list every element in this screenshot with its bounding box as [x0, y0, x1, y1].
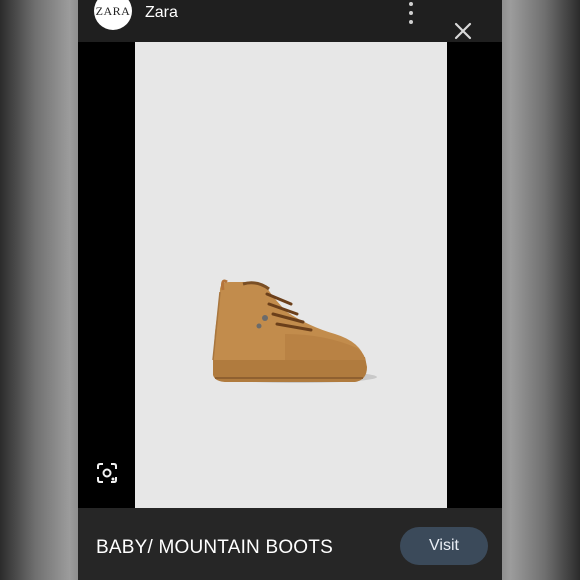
brand-name[interactable]: Zara — [145, 4, 178, 22]
phone-screen: ZARA Zara BABY/ MOUNTAIN BOOTS Visit — [78, 0, 502, 580]
visit-button[interactable]: Visit — [400, 527, 488, 565]
brand-logo[interactable]: ZARA — [94, 0, 132, 30]
boot-image — [212, 279, 377, 383]
more-vert-icon[interactable] — [404, 2, 418, 24]
product-image[interactable] — [135, 42, 447, 508]
bottom-bar: BABY/ MOUNTAIN BOOTS Visit — [78, 508, 502, 580]
lens-icon[interactable] — [96, 462, 118, 484]
product-title: BABY/ MOUNTAIN BOOTS — [96, 537, 333, 558]
close-icon[interactable] — [452, 20, 474, 42]
top-bar: ZARA Zara — [78, 0, 502, 42]
logo-text: ZARA — [95, 3, 131, 18]
